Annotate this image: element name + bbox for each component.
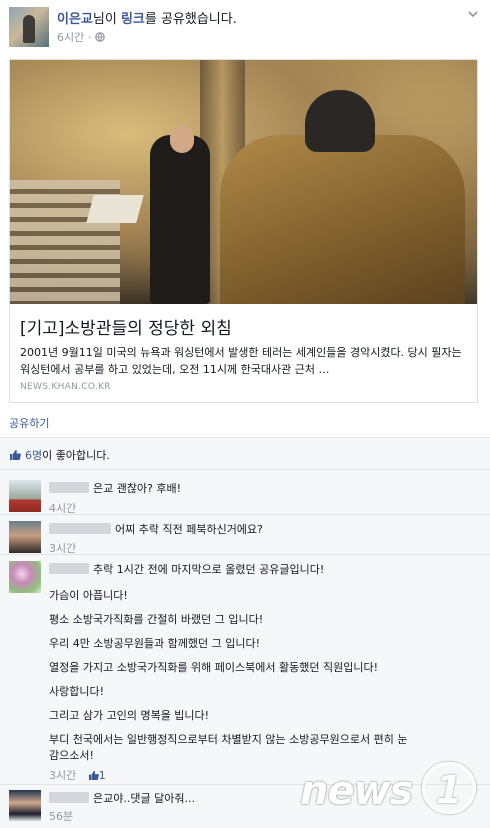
comment-meta: 3시간 1: [49, 767, 106, 783]
commenter-avatar[interactable]: [9, 480, 41, 512]
comment-body: 은교 괜찮아? 후배!: [49, 480, 181, 496]
link-source: NEWS.KHAN.CO.KR: [20, 382, 111, 392]
action-post: 를 공유했습니다.: [144, 12, 237, 27]
like-summary: 6명이 좋아합니다.: [9, 447, 110, 463]
commenter-avatar[interactable]: [9, 521, 41, 553]
comment-text: 은교 괜찮아? 후배!: [93, 482, 182, 495]
news1-watermark-logo: news 1: [300, 760, 478, 816]
commenter-avatar[interactable]: [9, 790, 41, 822]
comment-line: 열정을 가지고 소방국가직화를 위해 페이스북에서 활동했던 직원입니다!: [49, 661, 378, 674]
comment-line: 감으소서!: [49, 749, 94, 762]
comment-time[interactable]: 3시간: [49, 769, 76, 782]
comment-body: 은교야..댓글 달아줘...: [49, 790, 195, 806]
post-time[interactable]: 6시간: [57, 31, 84, 44]
comment-line: 가슴이 아픕니다!: [49, 589, 128, 602]
link-description: 2001년 9월11일 미국의 뉴욕과 워싱턴에서 발생한 테러는 세계인들을 …: [20, 346, 462, 376]
divider: [0, 554, 490, 555]
watermark-text: news: [300, 768, 413, 814]
like-thumb-icon: [10, 450, 21, 460]
link-preview-card[interactable]: [기고]소방관들의 정당한 외침 2001년 9월11일 미국의 뉴욕과 워싱턴…: [9, 59, 478, 403]
like-suffix: 이 좋아합니다.: [42, 449, 110, 462]
facebook-post: 이은교님이 링크를 공유했습니다. 6시간 · [기고]소방관들의 정당한 외침…: [0, 0, 490, 828]
watermark-number: 1: [422, 762, 476, 814]
post-meta: 6시간 ·: [57, 29, 105, 45]
comment-text: 은교야..댓글 달아줘...: [93, 792, 195, 805]
comment-line: 사랑합니다!: [49, 685, 105, 698]
comment-line: 우리 4만 소방공무원들과 함께했던 그 입니다!: [49, 637, 261, 650]
chevron-down-icon[interactable]: [466, 8, 480, 22]
comment-time[interactable]: 56분: [49, 808, 73, 824]
commenter-avatar[interactable]: [9, 561, 41, 593]
comment-like-count[interactable]: 1: [88, 769, 106, 782]
commenter-name-blurred[interactable]: [49, 482, 89, 493]
author-avatar[interactable]: [9, 7, 49, 47]
divider: [0, 469, 490, 470]
author-name[interactable]: 이은교: [57, 12, 93, 27]
comment-line: 부디 천국에서는 일반행정직으로부터 차별받지 않는 소방공무원으로서 편히 눈: [49, 733, 408, 746]
post-title-line: 이은교님이 링크를 공유했습니다.: [57, 8, 237, 27]
divider: [0, 514, 490, 515]
link-preview-image[interactable]: [10, 60, 477, 304]
commenter-name-blurred[interactable]: [49, 523, 111, 534]
commenter-name-blurred[interactable]: [49, 792, 89, 803]
comment-body: 추락 1시간 전에 마지막으로 올렸던 공유글입니다!: [49, 561, 324, 577]
comment-line: 평소 소방국가직화를 간절히 바랬던 그 입니다!: [49, 613, 264, 626]
like-thumb-icon: [88, 770, 99, 780]
comment-line: 추락 1시간 전에 마지막으로 올렸던 공유글입니다!: [93, 563, 325, 576]
comment-text: 어찌 추락 직전 페북하신거에요?: [115, 523, 263, 536]
link-title[interactable]: [기고]소방관들의 정당한 외침: [20, 314, 232, 339]
shared-link-label[interactable]: 링크: [121, 12, 145, 27]
comment-body: 어찌 추락 직전 페북하신거에요?: [49, 521, 263, 537]
commenter-name-blurred[interactable]: [49, 563, 89, 574]
globe-icon: [94, 31, 105, 44]
like-count[interactable]: 6명: [25, 449, 42, 462]
action-pre: 님이: [92, 12, 121, 27]
comment-line: 그리고 삼가 고인의 명복을 빕니다!: [49, 709, 210, 722]
dot-separator: ·: [87, 31, 95, 44]
share-button[interactable]: 공유하기: [9, 415, 49, 431]
